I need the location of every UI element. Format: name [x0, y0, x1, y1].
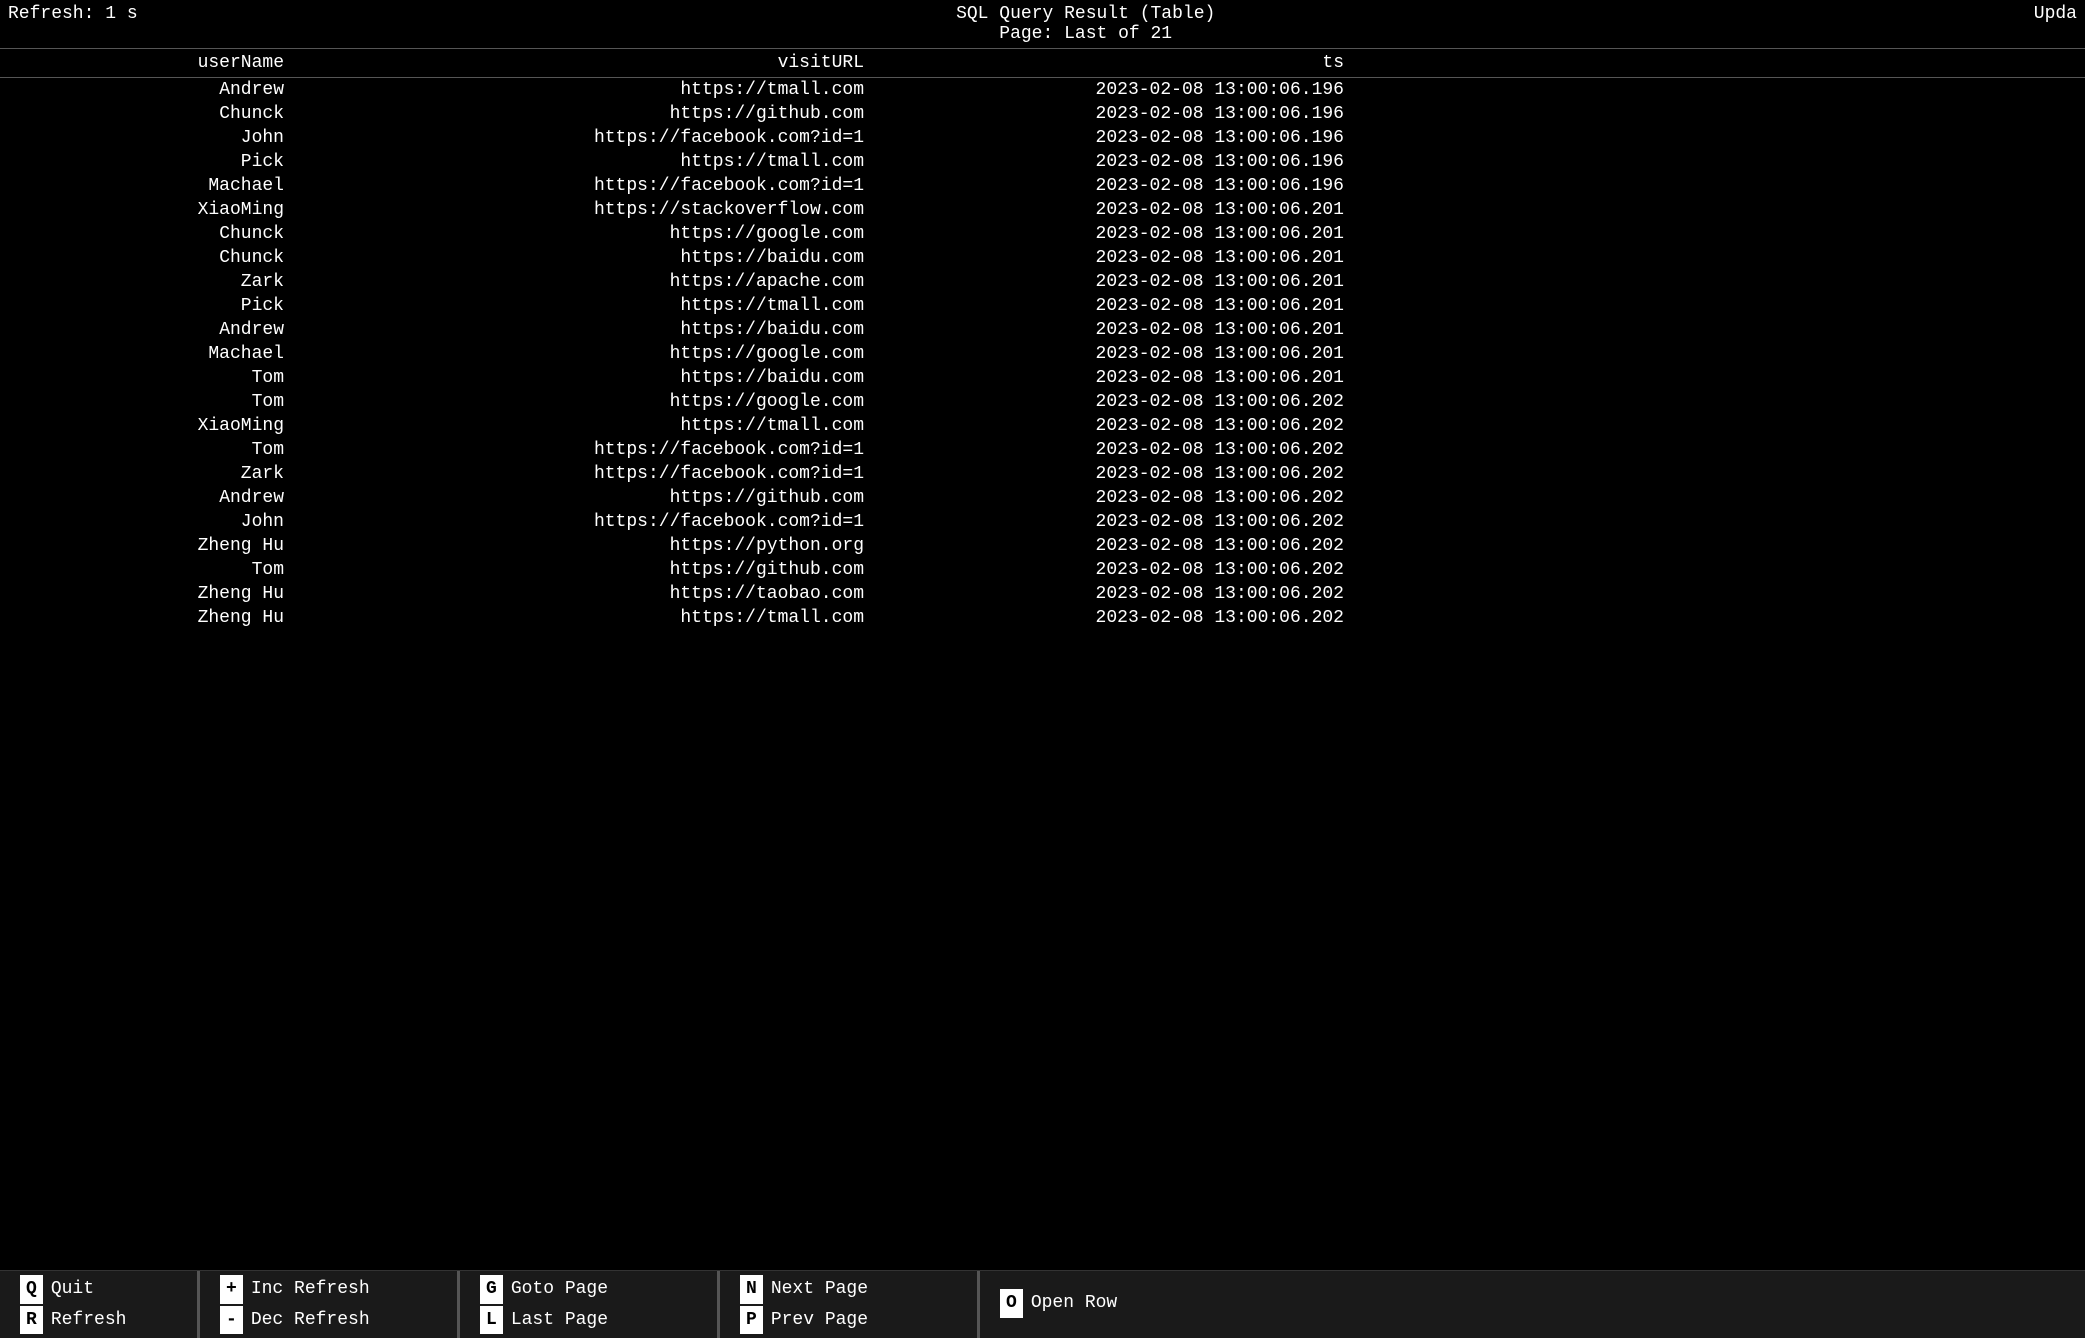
header: Refresh: 1 s SQL Query Result (Table) Pa…	[0, 0, 2085, 49]
openrow-key[interactable]: O	[1000, 1289, 1023, 1318]
dec-key[interactable]: -	[220, 1306, 243, 1335]
table-row: Andrewhttps://github.com2023-02-08 13:00…	[0, 486, 2085, 510]
table-row: Zarkhttps://facebook.com?id=12023-02-08 …	[0, 462, 2085, 486]
table-row: Zarkhttps://apache.com2023-02-08 13:00:0…	[0, 270, 2085, 294]
table-row: Zheng Huhttps://tmall.com2023-02-08 13:0…	[0, 606, 2085, 630]
table-row: Machaelhttps://facebook.com?id=12023-02-…	[0, 174, 2085, 198]
table-row: Chunckhttps://baidu.com2023-02-08 13:00:…	[0, 246, 2085, 270]
table-row: Pickhttps://tmall.com2023-02-08 13:00:06…	[0, 294, 2085, 318]
refresh-label: Refresh: 1 s	[8, 4, 138, 44]
refresh-key[interactable]: R	[20, 1306, 43, 1335]
prev-key[interactable]: P	[740, 1306, 763, 1335]
col-empty	[1360, 49, 2085, 78]
footer: Q Quit R Refresh + Inc Refresh - Dec Ref…	[0, 1270, 2085, 1338]
table-row: XiaoMinghttps://stackoverflow.com2023-02…	[0, 198, 2085, 222]
update-label: Upda	[2034, 4, 2077, 44]
app-title: SQL Query Result (Table)	[138, 4, 2034, 24]
footer-section-refresh: + Inc Refresh - Dec Refresh	[200, 1271, 460, 1338]
next-label: Next Page	[771, 1275, 868, 1304]
table-row: Johnhttps://facebook.com?id=12023-02-08 …	[0, 510, 2085, 534]
col-visiturl: visitURL	[300, 49, 880, 78]
table-row: Pickhttps://tmall.com2023-02-08 13:00:06…	[0, 150, 2085, 174]
refresh-label-footer: Refresh	[51, 1306, 127, 1335]
table-row: Andrewhttps://tmall.com2023-02-08 13:00:…	[0, 78, 2085, 103]
table-row: Machaelhttps://google.com2023-02-08 13:0…	[0, 342, 2085, 366]
table-row: Tomhttps://facebook.com?id=12023-02-08 1…	[0, 438, 2085, 462]
footer-section-openrow: O Open Row	[980, 1271, 1240, 1338]
table-row: Andrewhttps://baidu.com2023-02-08 13:00:…	[0, 318, 2085, 342]
goto-label: Goto Page	[511, 1275, 608, 1304]
table-row: Chunckhttps://google.com2023-02-08 13:00…	[0, 222, 2085, 246]
openrow-label: Open Row	[1031, 1289, 1117, 1318]
table-row: Tomhttps://baidu.com2023-02-08 13:00:06.…	[0, 366, 2085, 390]
table-header-row: userName visitURL ts	[0, 49, 2085, 78]
inc-label: Inc Refresh	[251, 1275, 370, 1304]
footer-section-nav: N Next Page P Prev Page	[720, 1271, 980, 1338]
last-label: Last Page	[511, 1306, 608, 1335]
col-username: userName	[0, 49, 300, 78]
header-center: SQL Query Result (Table) Page: Last of 2…	[138, 4, 2034, 44]
table-row: XiaoMinghttps://tmall.com2023-02-08 13:0…	[0, 414, 2085, 438]
results-table: userName visitURL ts Andrewhttps://tmall…	[0, 49, 2085, 630]
table-container: userName visitURL ts Andrewhttps://tmall…	[0, 49, 2085, 630]
footer-section-quit: Q Quit R Refresh	[0, 1271, 200, 1338]
next-key[interactable]: N	[740, 1275, 763, 1304]
inc-key[interactable]: +	[220, 1275, 243, 1304]
quit-label: Quit	[51, 1275, 94, 1304]
table-row: Tomhttps://github.com2023-02-08 13:00:06…	[0, 558, 2085, 582]
table-row: Tomhttps://google.com2023-02-08 13:00:06…	[0, 390, 2085, 414]
goto-key[interactable]: G	[480, 1275, 503, 1304]
table-row: Chunckhttps://github.com2023-02-08 13:00…	[0, 102, 2085, 126]
col-ts: ts	[880, 49, 1360, 78]
page-info: Page: Last of 21	[138, 24, 2034, 44]
table-row: Zheng Huhttps://python.org2023-02-08 13:…	[0, 534, 2085, 558]
last-key[interactable]: L	[480, 1306, 503, 1335]
prev-label: Prev Page	[771, 1306, 868, 1335]
footer-section-goto: G Goto Page L Last Page	[460, 1271, 720, 1338]
dec-label: Dec Refresh	[251, 1306, 370, 1335]
quit-key[interactable]: Q	[20, 1275, 43, 1304]
table-row: Johnhttps://facebook.com?id=12023-02-08 …	[0, 126, 2085, 150]
table-row: Zheng Huhttps://taobao.com2023-02-08 13:…	[0, 582, 2085, 606]
